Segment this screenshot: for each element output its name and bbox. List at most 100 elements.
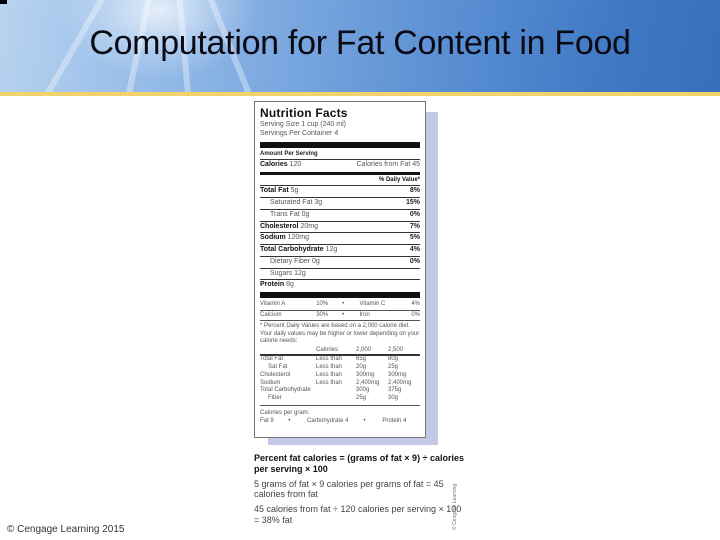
dv-cell [316,387,356,395]
dv-header-cell: 2,500 [388,346,404,353]
nutrient-amount: 120mg [287,234,310,242]
nutrient-amount: 5g [290,187,299,195]
dv-cell: Sodium [260,379,281,386]
vitamin-cell: Vitamin A [260,301,286,307]
nutrient-amount: 20mg [300,222,318,230]
dv-cell: 30g [388,395,399,402]
calories-per-gram-item: Protein 4 [382,417,407,424]
dv-cell: 2,400mg [388,379,412,386]
dv-cell: Less than [316,379,343,386]
nutrient-name: Dietary Fiber 0g [270,258,320,267]
vitamin-cell: Calcium [260,311,282,318]
amount-per-serving: Amount Per Serving [260,150,420,160]
calories-from-fat: Calories from Fat 45 [356,161,420,168]
nutrient-label: Dietary Fiber [270,257,311,265]
dv-cell: Less than [316,371,343,378]
nutrient-name: Total Carbohydrate 12g [260,246,337,255]
dv-cell: 20g [356,364,367,371]
dv-table-header: Calories 2,000 2,500 [260,347,420,357]
calories-per-gram-item: • [288,417,291,424]
vitamin-row: Vitamin A 10% • Vitamin C 4% [260,300,420,311]
dv-cell [316,395,356,403]
nutrient-daily-value: 7% [409,222,420,230]
nutrient-daily-value: 4% [409,246,420,253]
vitamin-cell: 0% [411,311,420,318]
nutrient-row: Total Carbohydrate 12g 4% [260,245,420,257]
nutrient-label: Sugars [270,269,293,277]
dv-cell: Cholesterol [260,371,291,378]
copyright-footer: © Cengage Learning 2015 [7,524,125,535]
nutrient-row: Trans Fat 0g 0% [260,210,420,222]
daily-value-table: Calories 2,000 2,500 Total Fat Less than 65g 8… [260,347,420,407]
divider [260,141,420,148]
formula-definition: Percent fat calories = (grams of fat × 9… [254,453,465,474]
nutrient-amount: 12g [325,246,338,253]
calories-per-gram-label: Calories per gram: [260,410,310,417]
nutrient-label: Cholesterol [260,222,299,230]
dv-cell: 300mg [388,371,407,378]
vitamin-cell: Iron [359,311,370,318]
formula-step-1: 5 grams of fat × 9 calories per grams of… [254,478,444,500]
servings-per-container: Servings Per Container 4 [260,129,339,137]
vitamin-cell: • [342,301,345,307]
dv-cell: 300g [356,387,370,394]
calories-row: Calories 120 Calories from Fat 45 [260,160,420,171]
label-title: Nutrition Facts [260,106,348,120]
corner-mark [0,0,7,4]
nutrient-row: Sugars 12g [260,269,420,281]
daily-value-header: % Daily Value* [260,176,420,187]
dv-cell: 25g [356,395,367,402]
dv-header-cell [260,347,316,355]
nutrient-daily-value: 8% [409,187,420,195]
nutrient-name: Saturated Fat 3g [270,199,322,208]
nutrient-amount: 0g [301,210,310,218]
dv-cell: 80g [388,356,399,363]
dv-header-cell: Calories [316,346,339,353]
nutrient-amount: 12g [294,269,306,277]
dv-cell: Fiber [268,395,282,402]
nutrient-daily-value: 0% [409,210,420,218]
nutrient-name: Sodium 120mg [260,234,309,243]
dv-cell: 65g [356,356,367,363]
nutrient-label: Saturated Fat [270,199,313,206]
dv-cell: 375g [388,387,402,394]
nutrient-list: Total Fat 5g 8% Saturated Fat 3g 15% Trans F… [260,186,420,291]
dv-cell: Less than [316,364,343,371]
nutrient-name: Trans Fat 0g [270,211,309,220]
nutrient-daily-value: 15% [405,199,420,206]
dv-cell: Sat Fat [268,364,288,371]
nutrient-amount: 0g [312,257,320,265]
formula-step-2: 45 calories from fat ÷ 120 calories per … [254,504,462,525]
vitamin-cell: • [342,311,345,318]
calories-per-gram-item: Carbohydrate 4 [307,417,349,424]
calories-per-gram: Fat 9 • Carbohydrate 4 • Protein 4 [260,418,420,426]
nutrient-name: Protein 8g [260,281,294,290]
calories-value: 120 [289,161,302,168]
nutrition-facts-label: Nutrition Facts Serving Size 1 cup (240 … [254,101,426,438]
divider [260,171,420,175]
dv-cell: Total Carbohydrate [260,387,311,394]
vitamin-row: Calcium 30% • Iron 0% [260,311,420,321]
vitamin-list: Vitamin A 10% • Vitamin C 4% Calcium 30% • Iron 0… [260,300,420,321]
dv-table-body: Total Fat Less than 65g 80g Sat Fat Less tha… [260,356,420,407]
dv-cell: Total Fat [260,356,284,363]
gold-divider [0,92,720,96]
dv-cell: 25g [388,364,399,371]
nutrient-label: Total Carbohydrate [260,246,324,253]
nutrient-daily-value: 5% [409,234,420,242]
calories-per-gram-item: Fat 9 [260,417,274,424]
nutrient-row: Saturated Fat 3g 15% [260,198,420,210]
nutrient-name: Sugars 12g [270,270,306,279]
nutrient-amount: 8g [286,281,294,289]
image-credit: © Cengage Learning [452,483,458,530]
formula-block: Percent fat calories = (grams of fat × 9… [254,453,466,530]
dv-cell: 2,400mg [356,379,380,386]
nutrient-label: Total Fat [260,187,289,195]
nutrient-row: Total Fat 5g 8% [260,186,420,198]
vitamin-cell: Vitamin C [359,301,386,307]
nutrient-label: Sodium [260,234,286,242]
nutrient-daily-value: 0% [409,257,420,265]
dv-cell: Less than [316,356,343,363]
nutrient-amount: 3g [314,199,323,206]
nutrient-name: Total Fat 5g [260,187,298,196]
